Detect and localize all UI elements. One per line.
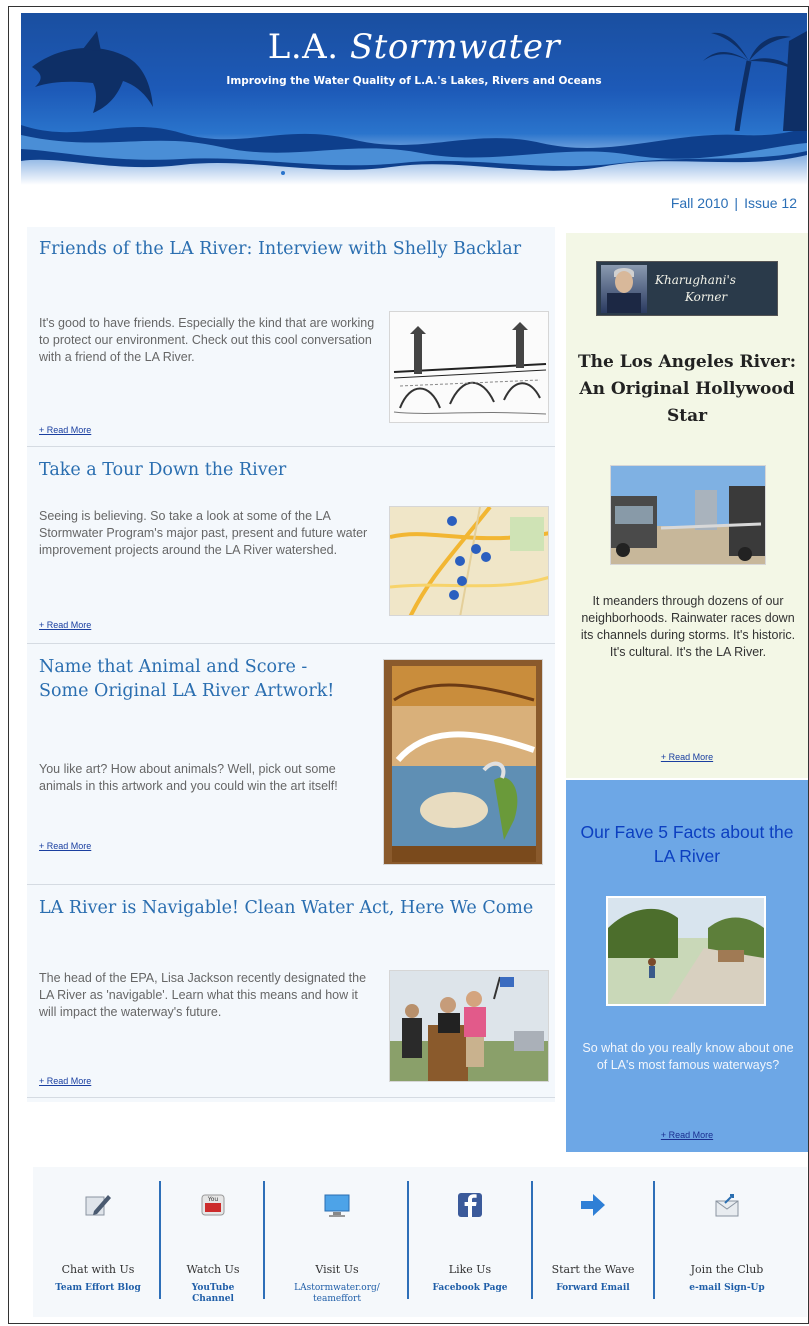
footer-link[interactable]: Forward Email [535,1283,651,1294]
footer-link[interactable]: Team Effort Blog [43,1283,153,1294]
korner-badge-text: Kharughani's Korner [655,273,736,304]
newsletter-title: L.A. Stormwater [267,27,561,67]
article-item: Name that Animal and Score - Some Origin… [27,645,555,885]
read-more-link[interactable]: + Read More [566,752,808,762]
article-title[interactable]: Take a Tour Down the River [39,458,539,482]
issue-separator: | [734,195,739,211]
facts-title[interactable]: Our Fave 5 Facts about the LA River [576,820,798,868]
footer-join[interactable]: Join the Club e-mail Sign-Up [657,1183,797,1303]
article-title[interactable]: Name that Animal and Score - Some Origin… [39,655,359,703]
facts-body: So what do you really know about one of … [582,1041,794,1072]
footer-like[interactable]: Like Us Facebook Page [411,1183,529,1303]
korner-body: It meanders through dozens of our neighb… [580,594,796,659]
article-title[interactable]: Friends of the LA River: Interview with … [39,237,539,261]
footer-link[interactable]: YouTube Channel [183,1283,243,1305]
svg-text:You: You [207,1196,219,1203]
read-more-link[interactable]: + Read More [39,1076,91,1086]
footer-link[interactable]: Facebook Page [411,1283,529,1294]
article-body: You like art? How about animals? Well, p… [39,762,338,793]
bridge-sketch-image[interactable] [389,311,549,423]
issue-info: Fall 2010 | Issue 12 [668,195,800,211]
youtube-icon: You [201,1194,225,1216]
korner-title[interactable]: The Los Angeles River: An Original Holly… [576,349,798,430]
read-more-link[interactable]: + Read More [566,1130,808,1140]
avatar [601,265,647,313]
article-body: The head of the EPA, Lisa Jackson recent… [39,971,367,1019]
mail-icon [715,1194,739,1217]
footer-label: Visit Us [315,1263,359,1276]
korner-badge: Kharughani's Korner [596,261,778,316]
article-item: Take a Tour Down the River Seeing is bel… [27,448,555,644]
footer-chat[interactable]: Chat with Us Team Effort Blog [43,1183,153,1303]
footer-label: Chat with Us [61,1263,135,1276]
read-more-link[interactable]: + Read More [39,620,91,630]
divider [407,1181,409,1299]
article-item: Friends of the LA River: Interview with … [27,227,555,447]
river-path-image[interactable] [606,896,766,1006]
footer-link[interactable]: e-mail Sign-Up [657,1283,797,1294]
divider [653,1181,655,1299]
pencil-icon [85,1195,111,1216]
arrow-icon [581,1194,605,1216]
article-item: LA River is Navigable! Clean Water Act, … [27,886,555,1098]
article-title[interactable]: LA River is Navigable! Clean Water Act, … [39,896,539,920]
fave-facts-box: Our Fave 5 Facts about the LA River So w… [566,780,808,1152]
footer-label: Start the Wave [551,1263,635,1276]
read-more-link[interactable]: + Read More [39,425,91,435]
artwork-poster-image[interactable] [383,659,543,865]
monitor-icon [324,1194,350,1217]
issue-season: Fall 2010 [670,195,729,211]
article-body: It's good to have friends. Especially th… [39,316,375,364]
footer-label: Watch Us [186,1263,240,1276]
divider [531,1181,533,1299]
footer-label: Join the Club [690,1263,764,1276]
footer-wave[interactable]: Start the Wave Forward Email [535,1183,651,1303]
article-body: Seeing is believing. So take a look at s… [39,509,368,557]
podium-photo-image[interactable] [389,970,549,1082]
kharughani-korner: Kharughani's Korner The Los Angeles Rive… [566,233,808,778]
footer-link[interactable]: LAstormwater.org/ teameffort [277,1283,397,1305]
footer-label: Like Us [448,1263,492,1276]
footer-visit[interactable]: Visit Us LAstormwater.org/ teameffort [267,1183,407,1305]
river-photo-image[interactable] [610,465,766,565]
map-image[interactable] [389,506,549,616]
footer-watch[interactable]: You Watch Us YouTube Channel [163,1183,263,1305]
masthead: L.A. Stormwater Improving the Water Qual… [21,13,807,185]
divider [263,1181,265,1299]
newsletter-frame: L.A. Stormwater Improving the Water Qual… [8,6,809,1324]
issue-number: Issue 12 [744,195,797,211]
read-more-link[interactable]: + Read More [39,841,91,851]
facebook-icon [458,1193,482,1217]
article-list: Friends of the LA River: Interview with … [27,227,555,1102]
footer-links: Chat with Us Team Effort Blog You Watch … [33,1167,807,1317]
newsletter-tagline: Improving the Water Quality of L.A.'s La… [226,75,602,87]
divider [159,1181,161,1299]
